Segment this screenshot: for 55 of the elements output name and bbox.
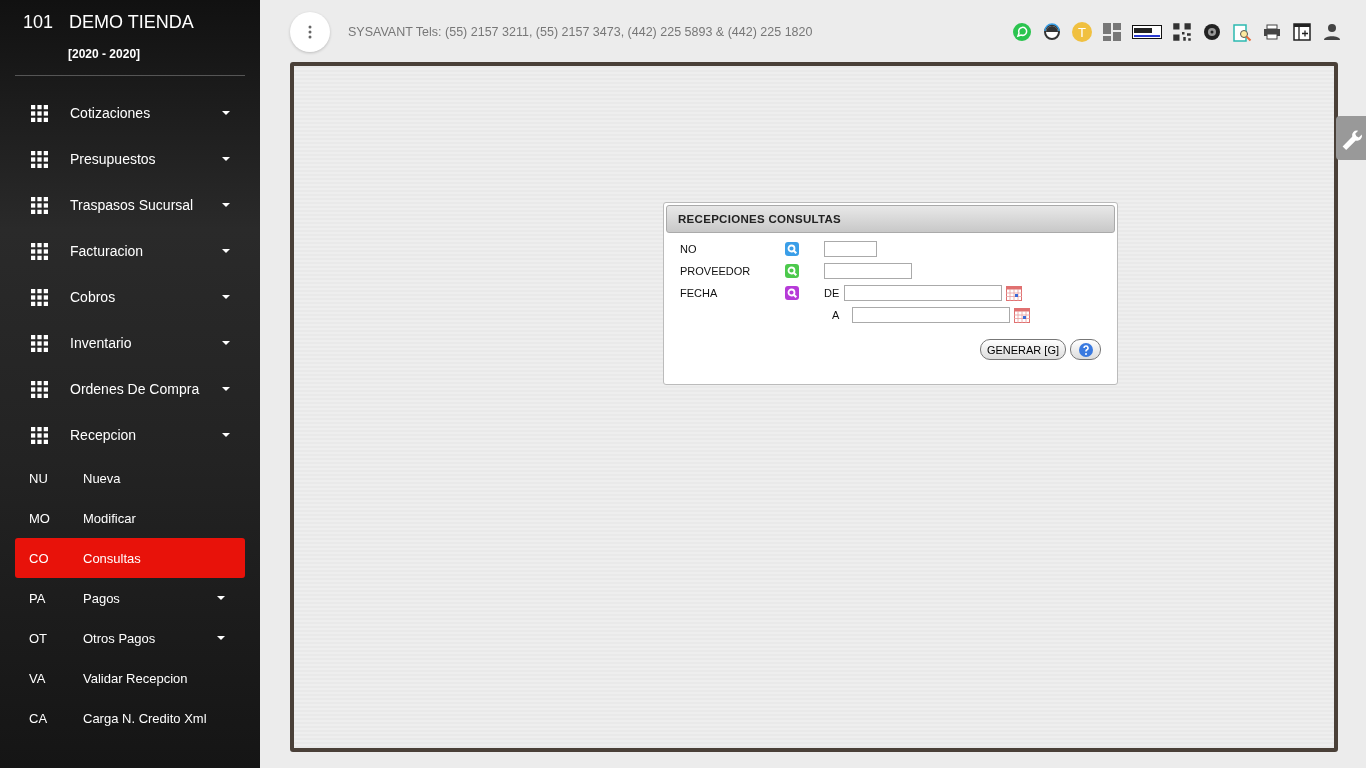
dialog-title: RECEPCIONES CONSULTAS: [666, 205, 1115, 233]
menu-item[interactable]: Traspasos Sucursal: [0, 182, 260, 228]
help-button[interactable]: [1070, 339, 1101, 360]
grid-icon: [31, 150, 48, 168]
submenu-item[interactable]: MO Modificar: [15, 498, 245, 538]
calendar-icon[interactable]: [1014, 307, 1030, 323]
field-label: NO: [680, 242, 698, 257]
submenu-item[interactable]: PA Pagos: [15, 578, 245, 618]
grid-icon: [31, 380, 48, 398]
menu-item[interactable]: Facturacion: [0, 228, 260, 274]
submenu-item[interactable]: NU Nueva: [15, 458, 245, 498]
date-field[interactable]: [852, 307, 1010, 323]
field-label: A: [832, 308, 841, 323]
store-number: 101: [23, 12, 54, 33]
grid-icon: [31, 196, 48, 214]
submenu-item[interactable]: VA Validar Recepcion: [15, 658, 245, 698]
field-label: DE: [824, 286, 840, 301]
clipboard-search-icon[interactable]: [1232, 22, 1252, 42]
more-icon: [308, 25, 312, 39]
field-label: PROVEEDOR: [680, 264, 752, 279]
support-icon[interactable]: [1042, 22, 1062, 42]
store-period: [2020 - 2020]: [67, 47, 142, 61]
table-add-icon[interactable]: [1292, 22, 1312, 42]
grid-icon: [31, 104, 48, 122]
menu-item[interactable]: Cotizaciones: [0, 90, 260, 136]
submenu-item[interactable]: CO Consultas: [15, 538, 245, 578]
tire-icon[interactable]: [1202, 22, 1222, 42]
grid-icon: [31, 242, 48, 260]
input-field[interactable]: [824, 241, 877, 257]
date-field[interactable]: [844, 285, 1002, 301]
tiles-icon[interactable]: [1102, 22, 1122, 42]
search-icon[interactable]: [785, 286, 799, 300]
menu-item[interactable]: Presupuestos: [0, 136, 260, 182]
contact-text: SYSAVANT Tels: (55) 2157 3211, (55) 2157 3473, (442) 225 5893 & (442) 225 1820: [348, 25, 814, 39]
calendar-icon[interactable]: [1006, 285, 1022, 301]
menu-item[interactable]: Inventario: [0, 320, 260, 366]
grid-icon: [31, 334, 48, 352]
field-label: FECHA: [680, 286, 719, 301]
grid-icon: [31, 288, 48, 306]
store-name: DEMO TIENDA: [69, 12, 194, 33]
submenu-item[interactable]: OT Otros Pagos: [15, 618, 245, 658]
tools-tab[interactable]: [1336, 116, 1366, 160]
help-icon: [1077, 341, 1094, 358]
printer-icon[interactable]: [1262, 22, 1282, 42]
file-icon[interactable]: [1132, 25, 1162, 39]
generate-button[interactable]: GENERAR [G]: [979, 339, 1066, 360]
grid-icon: [31, 426, 48, 444]
search-icon[interactable]: [785, 242, 799, 256]
submenu-item[interactable]: CA Carga N. Credito Xml: [15, 698, 245, 738]
qr-icon[interactable]: [1172, 22, 1192, 42]
menu-item[interactable]: Recepcion: [0, 412, 260, 458]
input-field[interactable]: [824, 263, 912, 279]
user-icon[interactable]: [1322, 22, 1342, 42]
menu-item[interactable]: Ordenes De Compra: [0, 366, 260, 412]
menu-item[interactable]: Cobros: [0, 274, 260, 320]
